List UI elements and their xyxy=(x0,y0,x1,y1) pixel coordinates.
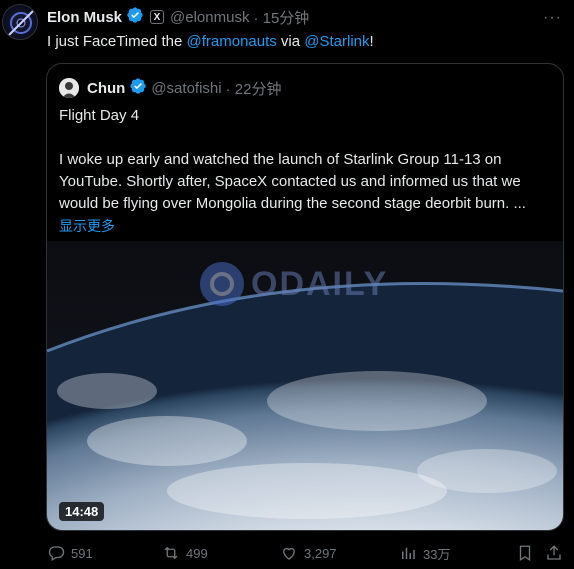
verified-icon xyxy=(129,77,147,99)
quote-time: · 22分钟 xyxy=(225,80,282,98)
tweet: Elon Musk X @elonmusk · 15分钟 ··· I just … xyxy=(0,0,574,569)
video-duration: 14:48 xyxy=(59,502,105,521)
author-handle[interactable]: @elonmusk xyxy=(170,9,249,26)
retweet-button[interactable]: 499 xyxy=(162,544,208,562)
show-more-link[interactable]: 显示更多 xyxy=(59,215,553,237)
retweet-count: 499 xyxy=(186,545,208,561)
watermark-logo-icon xyxy=(200,262,244,306)
like-icon xyxy=(283,547,295,560)
x-affiliation-badge: X xyxy=(150,10,165,24)
author-name[interactable]: Elon Musk xyxy=(47,9,122,26)
quote-header: Chun @satofishi · 22分钟 xyxy=(59,78,281,98)
quote-line: YouTube. Shortly after, SpaceX contacted… xyxy=(59,173,521,190)
verified-icon xyxy=(126,6,144,28)
views-button[interactable]: 33万 xyxy=(399,544,450,563)
tweet-text-before: I just FaceTimed the xyxy=(47,33,187,50)
quote-line: would be flying over Mongolia during the… xyxy=(59,195,526,212)
retweet-icon xyxy=(164,546,178,560)
quote-line: I woke up early and watched the launch o… xyxy=(59,151,502,168)
share-icon xyxy=(547,545,561,560)
tweet-text-middle: via xyxy=(276,33,305,50)
quote-author-name: Chun xyxy=(87,79,126,97)
like-count: 3,297 xyxy=(304,545,337,561)
watermark: ODAILY xyxy=(199,261,388,307)
views-count: 33万 xyxy=(423,546,451,562)
like-button[interactable]: 3,297 xyxy=(280,544,337,562)
quote-author-handle: @satofishi xyxy=(151,79,222,97)
bookmark-icon xyxy=(519,545,531,562)
tweet-time[interactable]: · 15分钟 xyxy=(253,7,309,28)
more-icon[interactable]: ··· xyxy=(543,9,562,27)
author-avatar[interactable] xyxy=(2,4,38,40)
quote-avatar xyxy=(59,78,79,98)
views-icon xyxy=(402,547,415,559)
reply-count: 591 xyxy=(71,545,93,561)
reply-button[interactable]: 591 xyxy=(47,544,93,562)
mention-link[interactable]: @framonauts xyxy=(187,33,277,50)
reply-icon xyxy=(48,546,65,561)
action-bar: 591 499 3,297 33万 xyxy=(47,542,567,564)
tweet-text-after: ! xyxy=(369,33,374,50)
quote-text: Flight Day 4 I woke up early and watched… xyxy=(59,105,553,237)
tweet-header: Elon Musk X @elonmusk · 15分钟 xyxy=(47,7,309,27)
share-button[interactable] xyxy=(545,544,563,562)
quote-title-line: Flight Day 4 xyxy=(59,107,140,124)
tweet-text: I just FaceTimed the @framonauts via @St… xyxy=(47,32,374,52)
quoted-tweet[interactable]: Chun @satofishi · 22分钟 Flight Day 4 I wo… xyxy=(46,63,564,531)
video-thumbnail[interactable]: ODAILY 14:48 xyxy=(47,241,563,530)
watermark-text: ODAILY xyxy=(251,264,389,303)
bookmark-button[interactable] xyxy=(516,544,534,562)
mention-link[interactable]: @Starlink xyxy=(304,33,369,50)
